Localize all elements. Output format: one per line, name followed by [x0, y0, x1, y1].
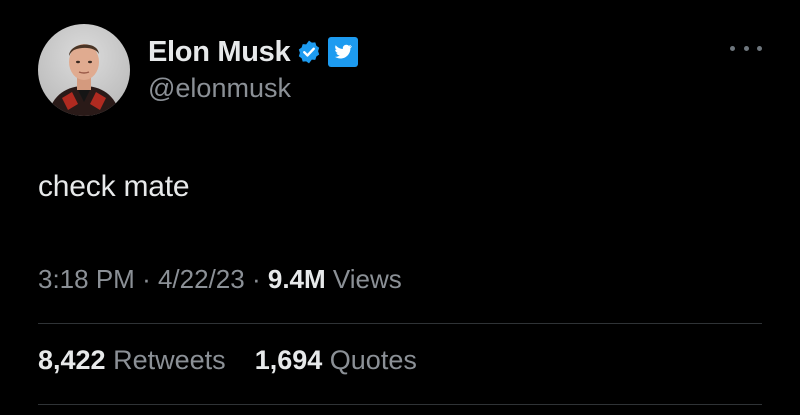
more-horizontal-icon[interactable]	[730, 38, 762, 58]
author-display-name[interactable]: Elon Musk	[148, 36, 291, 69]
tweet-time[interactable]: 3:18 PM	[38, 264, 135, 294]
avatar-image	[38, 24, 130, 116]
retweets-count: 8,422	[38, 345, 106, 375]
retweets-label: Retweets	[113, 345, 226, 375]
retweets-link[interactable]: 8,422 Retweets	[38, 345, 233, 375]
tweet-stats: 8,422 Retweets 1,694 Quotes	[38, 345, 417, 376]
quotes-count: 1,694	[254, 345, 323, 375]
quotes-link[interactable]: 1,694 Quotes	[255, 345, 417, 375]
author-handle[interactable]: @elonmusk	[148, 73, 291, 104]
tweet-date[interactable]: 4/22/23	[158, 264, 245, 294]
verified-badge-icon[interactable]	[296, 39, 322, 65]
twitter-bird-icon[interactable]	[328, 37, 359, 67]
more-dot	[743, 45, 749, 51]
more-dot	[730, 45, 735, 51]
quotes-label: Quotes	[329, 345, 417, 375]
tweet-meta: 3:18 PM · 4/22/23 · 9.4M Views	[38, 264, 402, 295]
meta-separator: ·	[142, 264, 151, 294]
tweet-text: check mate	[38, 170, 190, 203]
more-dot	[757, 45, 762, 51]
author-name-row: Elon Musk	[148, 32, 359, 72]
divider	[38, 404, 762, 405]
avatar[interactable]	[38, 24, 130, 116]
views-count[interactable]: 9.4M	[268, 264, 326, 294]
meta-separator: ·	[251, 264, 261, 294]
tweet-detail: Elon Musk @elonmusk check mate 3:18 PM ·…	[0, 0, 800, 415]
views-label[interactable]: Views	[333, 264, 402, 294]
divider	[38, 323, 762, 324]
